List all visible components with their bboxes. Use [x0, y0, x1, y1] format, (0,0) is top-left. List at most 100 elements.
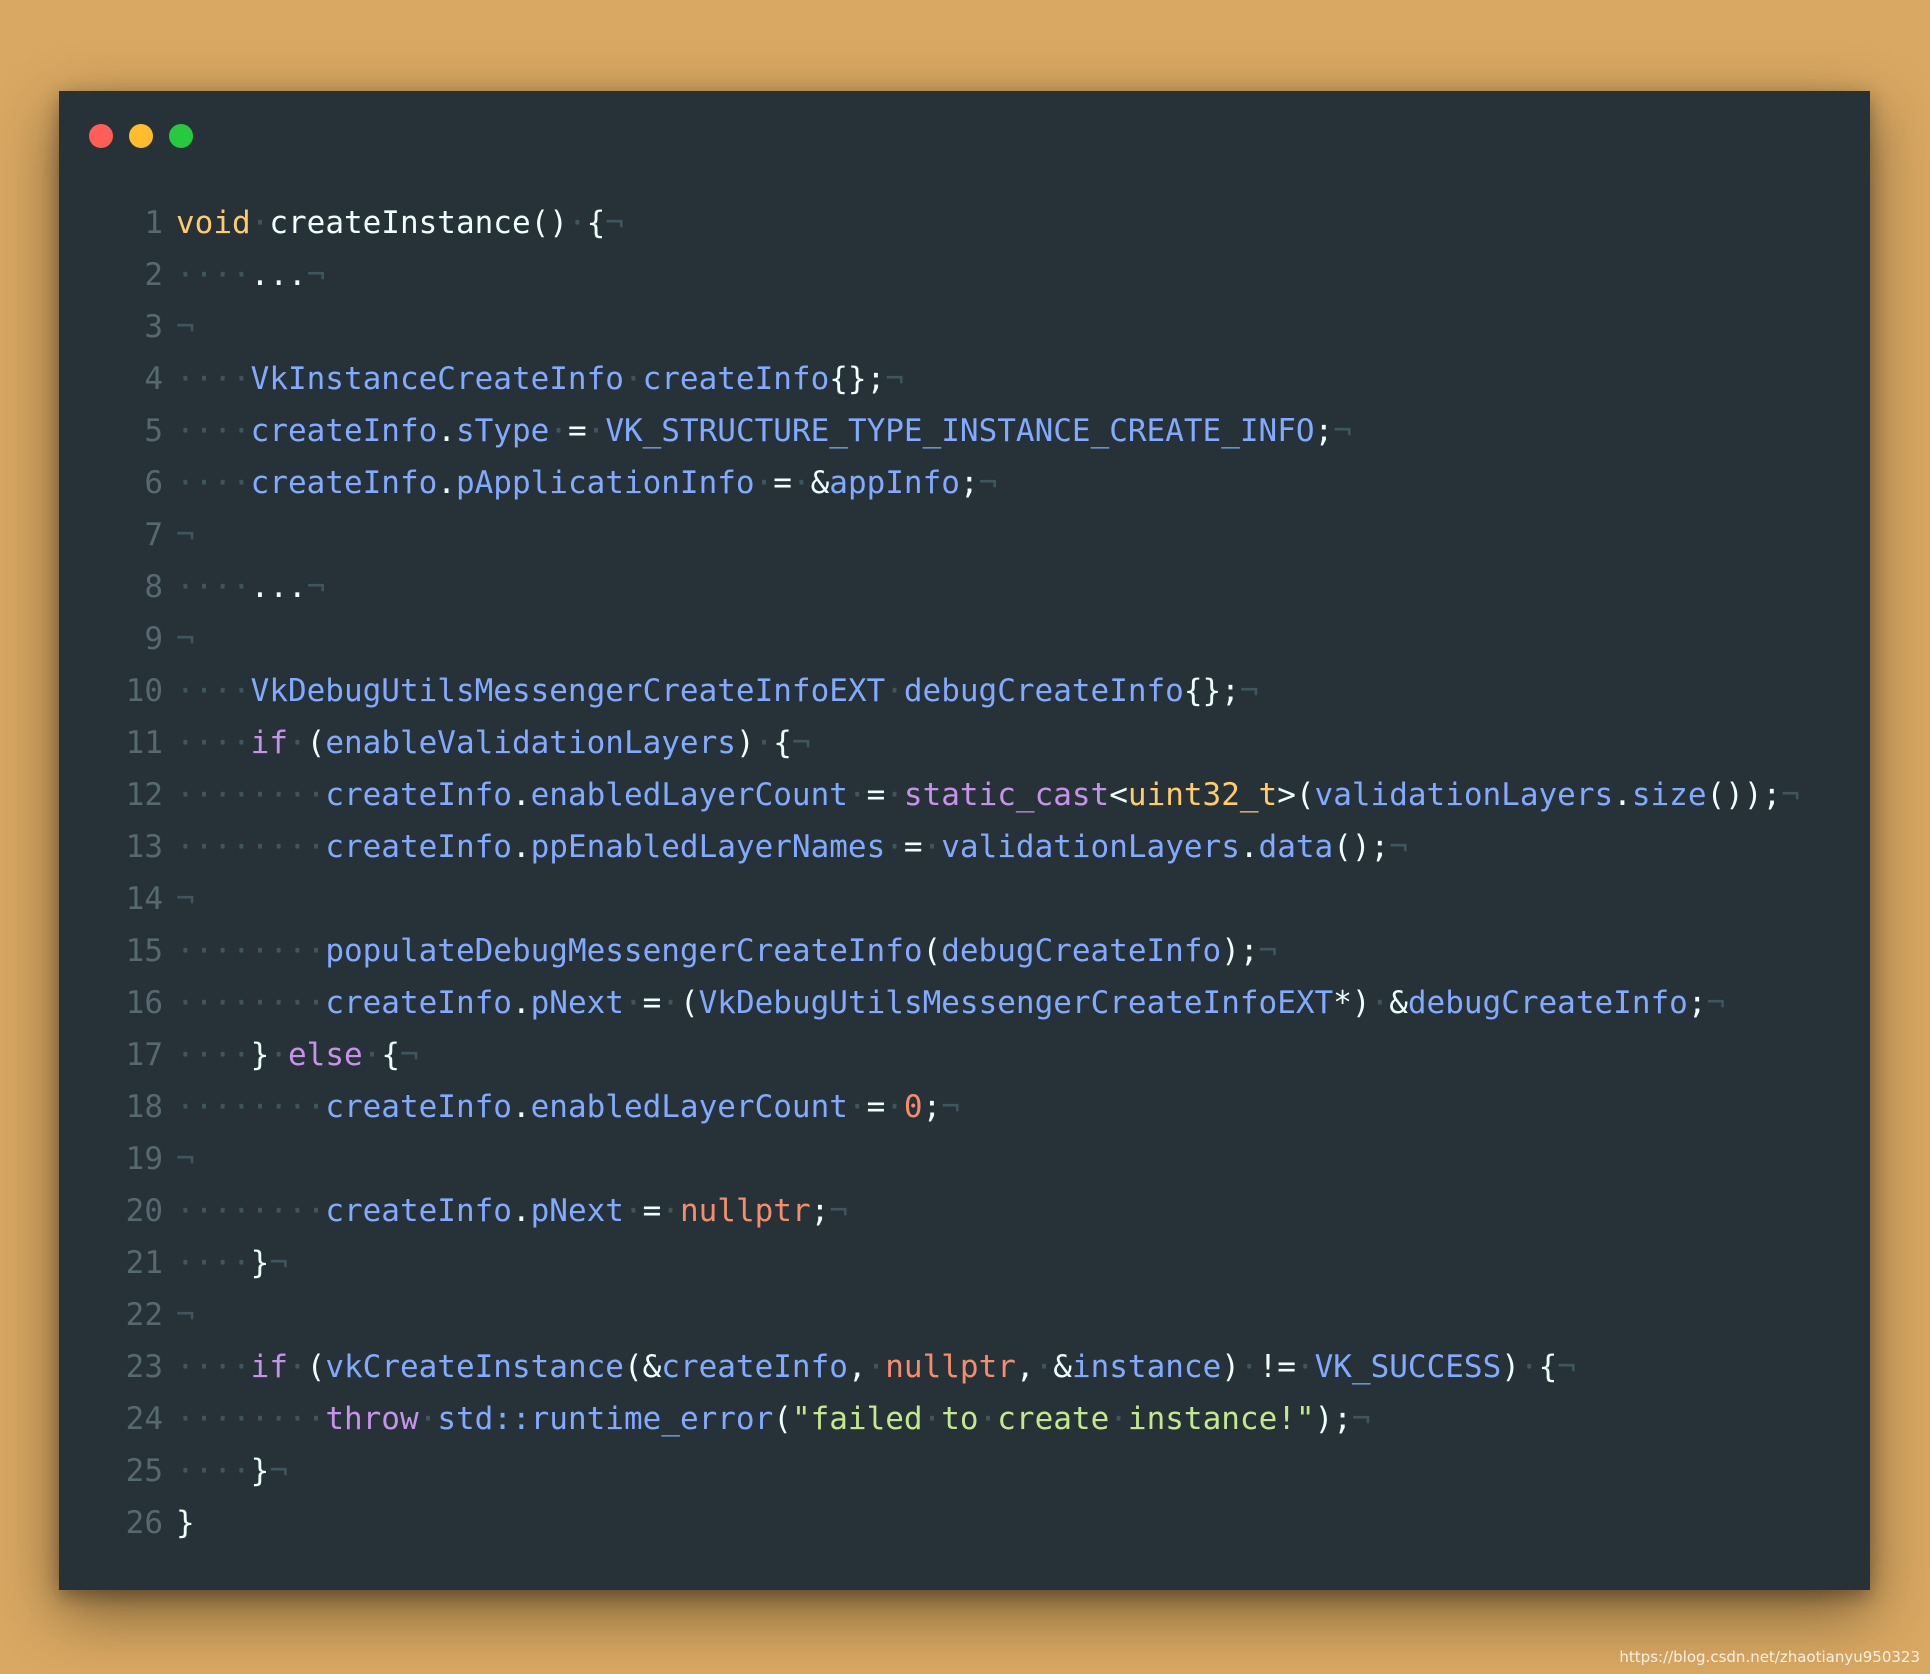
- code-text: ····}¬: [163, 1237, 288, 1289]
- line-number: 25: [125, 1453, 163, 1489]
- code-token: createInfo: [325, 777, 512, 813]
- code-token: &: [810, 465, 830, 501]
- code-token: debugCreateInfo: [941, 933, 1222, 969]
- whitespace-marker: ·: [885, 777, 904, 813]
- code-token: *): [1333, 985, 1371, 1021]
- code-token: .: [437, 413, 456, 449]
- code-text: ¬: [163, 1289, 195, 1341]
- code-token: );: [1314, 1401, 1352, 1437]
- watermark: https://blog.csdn.net/zhaotianyu950323: [1619, 1648, 1920, 1666]
- whitespace-marker: ····: [176, 1037, 251, 1073]
- whitespace-marker: ¬: [829, 1193, 848, 1229]
- close-dot-icon[interactable]: [89, 124, 113, 148]
- line-number: 3: [144, 309, 163, 345]
- line-number: 9: [144, 621, 163, 657]
- whitespace-marker: ····: [176, 1245, 251, 1281]
- whitespace-marker: ·: [287, 1349, 307, 1385]
- code-token: if: [250, 725, 288, 761]
- code-token: VK_SUCCESS: [1314, 1349, 1502, 1385]
- code-token: pNext: [530, 985, 624, 1021]
- code-token: .: [511, 1193, 531, 1229]
- whitespace-marker: ¬: [269, 1453, 288, 1489]
- whitespace-marker: ¬: [941, 1089, 960, 1125]
- line-number: 19: [125, 1141, 163, 1177]
- code-line: 4 ····VkInstanceCreateInfo·createInfo{};¬: [85, 353, 1860, 405]
- minimize-dot-icon[interactable]: [129, 124, 153, 148]
- whitespace-marker: ·: [754, 725, 774, 761]
- whitespace-marker: ········: [176, 1401, 326, 1437]
- code-text: ¬: [163, 873, 195, 925]
- whitespace-marker: ¬: [1258, 933, 1278, 969]
- code-line: 16 ········createInfo.pNext·=·(VkDebugUti…: [85, 977, 1860, 1029]
- code-line: 3 ¬: [85, 301, 1860, 353]
- code-token: createInfo: [325, 1193, 512, 1229]
- maximize-dot-icon[interactable]: [169, 124, 193, 148]
- code-token: ());: [1706, 777, 1782, 813]
- whitespace-marker: ·: [1519, 1349, 1539, 1385]
- code-token: uint32_t: [1127, 777, 1278, 813]
- code-token: }: [176, 1505, 195, 1541]
- code-token: createInfo: [661, 1349, 848, 1385]
- whitespace-marker: ····: [176, 361, 251, 397]
- whitespace-marker: ·: [418, 1401, 438, 1437]
- whitespace-marker: ¬: [1781, 777, 1800, 813]
- whitespace-marker: ·: [549, 413, 568, 449]
- whitespace-marker: ·: [567, 205, 587, 241]
- code-text: ········populateDebugMessengerCreateInfo…: [163, 925, 1277, 977]
- code-token: to: [941, 1401, 979, 1437]
- line-number: 6: [144, 465, 163, 501]
- line-number: 1: [144, 205, 163, 241]
- code-line: 23 ····if·(vkCreateInstance(&createInfo,·…: [85, 1341, 1860, 1393]
- code-token: ();: [1333, 829, 1390, 865]
- whitespace-marker: ·: [269, 1037, 288, 1073]
- whitespace-marker: ¬: [306, 569, 326, 605]
- whitespace-marker: ¬: [885, 361, 904, 397]
- whitespace-marker: ····: [176, 569, 251, 605]
- code-line: 10 ····VkDebugUtilsMessengerCreateInfoEXT…: [85, 665, 1860, 717]
- whitespace-marker: ········: [176, 777, 326, 813]
- whitespace-marker: ·: [586, 413, 606, 449]
- whitespace-marker: ·: [922, 829, 942, 865]
- code-token: appInfo: [829, 465, 960, 501]
- code-token: .: [511, 1089, 531, 1125]
- code-token: createInfo: [325, 985, 512, 1021]
- code-line: 17 ····}·else·{¬: [85, 1029, 1860, 1081]
- code-text: ····VkInstanceCreateInfo·createInfo{};¬: [163, 353, 904, 405]
- code-token: );: [1221, 933, 1259, 969]
- line-number: 16: [125, 985, 163, 1021]
- whitespace-marker: ·: [847, 1089, 867, 1125]
- whitespace-marker: ····: [176, 257, 251, 293]
- code-token: enabledLayerCount: [530, 1089, 848, 1125]
- code-line: 5 ····createInfo.sType·=·VK_STRUCTURE_TYP…: [85, 405, 1860, 457]
- whitespace-marker: ¬: [1351, 1401, 1371, 1437]
- code-token: else: [288, 1037, 363, 1073]
- whitespace-marker: ····: [176, 725, 251, 761]
- line-number: 22: [125, 1297, 163, 1333]
- whitespace-marker: ·: [791, 465, 811, 501]
- whitespace-marker: ·: [623, 1193, 643, 1229]
- whitespace-marker: ·: [623, 361, 643, 397]
- code-line: 6 ····createInfo.pApplicationInfo·=·&appI…: [85, 457, 1860, 509]
- code-token: createInfo: [250, 465, 438, 501]
- whitespace-marker: ·: [1109, 1401, 1128, 1437]
- line-number: 7: [144, 517, 163, 553]
- whitespace-marker: ········: [176, 829, 326, 865]
- code-text: ¬: [163, 1133, 195, 1185]
- code-text: ········throw·std::runtime_error("failed…: [163, 1393, 1371, 1445]
- code-token: sType: [455, 413, 550, 449]
- line-number: 26: [125, 1505, 163, 1541]
- line-number: 2: [144, 257, 163, 293]
- code-text: ········createInfo.enabledLayerCount·=·0…: [163, 1081, 960, 1133]
- whitespace-marker: ¬: [176, 309, 195, 345]
- code-text: ¬: [163, 301, 195, 353]
- whitespace-marker: ····: [176, 673, 251, 709]
- code-token: enableValidationLayers: [325, 725, 736, 761]
- whitespace-marker: ····: [176, 1349, 251, 1385]
- code-token: std::runtime_error: [437, 1401, 774, 1437]
- line-number: 23: [125, 1349, 163, 1385]
- code-text: ····...¬: [163, 561, 325, 613]
- code-token: create: [997, 1401, 1110, 1437]
- line-number: 21: [125, 1245, 163, 1281]
- whitespace-marker: ·: [661, 1193, 680, 1229]
- line-number: 5: [144, 413, 163, 449]
